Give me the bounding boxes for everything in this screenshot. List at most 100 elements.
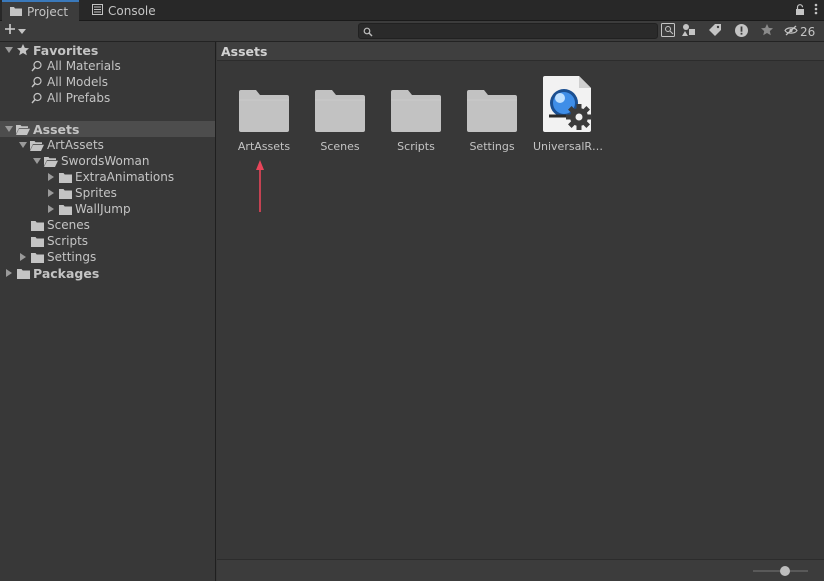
folder-icon [58, 185, 72, 201]
asset-item-universal-rp[interactable]: UniversalR… [532, 76, 604, 153]
asset-item-scenes[interactable]: Scenes [304, 76, 376, 153]
chevron-down-icon[interactable] [18, 137, 28, 153]
tree-item-walljump[interactable]: WallJump [0, 201, 215, 217]
folder-open-icon [16, 121, 30, 137]
favorites-button[interactable] [754, 23, 780, 40]
tree-item-label: Settings [47, 250, 97, 264]
tree-item-settings[interactable]: Settings [0, 249, 215, 265]
chevron-down-icon[interactable] [4, 42, 14, 58]
asset-item-label: Settings [469, 140, 515, 153]
search-scope-icon [661, 23, 675, 40]
shapes-icon [682, 24, 696, 39]
tree-item-artassets[interactable]: ArtAssets [0, 137, 215, 153]
asset-item-label: Scripts [397, 140, 435, 153]
thumbnail-size-slider[interactable] [753, 566, 808, 576]
tabbar-controls [795, 3, 818, 18]
folder-icon [30, 233, 44, 249]
search-icon [363, 26, 373, 40]
tree-item-all-prefabs[interactable]: All Prefabs [0, 90, 215, 106]
star-icon [16, 42, 30, 58]
chevron-right-icon[interactable] [18, 249, 28, 265]
chevron-right-icon[interactable] [4, 265, 14, 281]
tree-item-favorites[interactable]: Favorites [0, 42, 215, 58]
tree-item-label: Packages [33, 265, 100, 281]
project-tree: Favorites All Materials All Models All P… [0, 42, 216, 581]
asset-item-label: UniversalR… [532, 140, 604, 153]
tree-item-all-materials[interactable]: All Materials [0, 58, 215, 74]
tree-item-label: Scenes [47, 218, 90, 232]
tree-item-assets[interactable]: Assets [0, 121, 215, 137]
chevron-down-icon[interactable] [32, 153, 42, 169]
tree-item-scenes[interactable]: Scenes [0, 217, 215, 233]
tree-item-label: Favorites [33, 42, 99, 58]
filter-by-log-button[interactable] [728, 23, 754, 40]
tree-item-label: All Models [47, 75, 108, 89]
chevron-right-icon[interactable] [46, 185, 56, 201]
tab-label: Project [27, 4, 69, 19]
tab-console[interactable]: Console [84, 1, 164, 21]
plus-icon [4, 23, 16, 38]
asset-item-label: ArtAssets [237, 140, 291, 153]
folder-icon [30, 249, 44, 265]
filter-by-label-button[interactable] [702, 23, 728, 40]
tree-item-extraanimations[interactable]: ExtraAnimations [0, 169, 215, 185]
asset-browser: Assets ArtAssets Scenes Scripts Settings [217, 42, 824, 581]
asset-item-scripts[interactable]: Scripts [380, 76, 452, 153]
hidden-packages-toggle[interactable]: 26 [780, 25, 815, 39]
tree-item-label: All Prefabs [47, 91, 111, 105]
lock-icon[interactable] [795, 3, 805, 18]
search-icon [30, 58, 44, 74]
chevron-right-icon[interactable] [46, 201, 56, 217]
chevron-right-icon[interactable] [46, 169, 56, 185]
eye-slash-icon [784, 25, 798, 39]
slider-handle[interactable] [780, 566, 790, 576]
tree-item-label: Scripts [47, 234, 89, 248]
render-pipeline-asset-icon [540, 76, 596, 132]
folder-open-icon [44, 153, 58, 169]
tab-bar: Project Console [0, 0, 824, 21]
hidden-count-label: 26 [800, 24, 816, 39]
toolbar-filters: 26 [660, 23, 815, 40]
tree-item-scripts[interactable]: Scripts [0, 233, 215, 249]
folder-open-icon [30, 137, 44, 153]
project-toolbar: 26 [0, 21, 824, 42]
asset-item-settings[interactable]: Settings [456, 76, 528, 153]
asset-item-artassets[interactable]: ArtAssets [228, 76, 300, 153]
tree-item-packages[interactable]: Packages [0, 265, 215, 281]
folder-icon [312, 76, 368, 132]
folder-icon [464, 76, 520, 132]
star-icon [761, 24, 773, 39]
asset-item-label: Scenes [320, 140, 360, 153]
chevron-down-icon[interactable] [4, 121, 14, 137]
warning-icon [734, 23, 748, 40]
chevron-down-icon [18, 24, 26, 38]
tree-item-label: SwordsWoman [61, 154, 150, 168]
tree-item-label: ArtAssets [47, 138, 104, 152]
search-icon [30, 74, 44, 90]
tree-item-label: Assets [33, 121, 80, 137]
filter-by-type-button[interactable] [676, 23, 702, 40]
tree-item-label: WallJump [75, 202, 131, 216]
folder-icon [30, 217, 44, 233]
tree-item-all-models[interactable]: All Models [0, 74, 215, 90]
tree-item-sprites[interactable]: Sprites [0, 185, 215, 201]
search-icon [30, 90, 44, 106]
tag-icon [709, 24, 721, 39]
folder-icon [58, 201, 72, 217]
folder-icon [58, 169, 72, 185]
search-input[interactable] [358, 23, 658, 39]
tree-item-label: ExtraAnimations [75, 170, 175, 184]
tab-project[interactable]: Project [2, 0, 79, 21]
breadcrumb[interactable]: Assets [221, 44, 267, 59]
console-icon [92, 4, 103, 18]
folder-icon [388, 76, 444, 132]
more-options-icon[interactable] [814, 3, 818, 18]
search-scope-button[interactable] [660, 23, 676, 40]
folder-icon [10, 5, 22, 19]
create-button[interactable] [4, 23, 26, 38]
folder-icon [236, 76, 292, 132]
tree-item-label: All Materials [47, 59, 121, 73]
tab-label: Console [108, 4, 156, 18]
tree-item-swordswoman[interactable]: SwordsWoman [0, 153, 215, 169]
breadcrumb-bar: Assets [217, 42, 824, 61]
